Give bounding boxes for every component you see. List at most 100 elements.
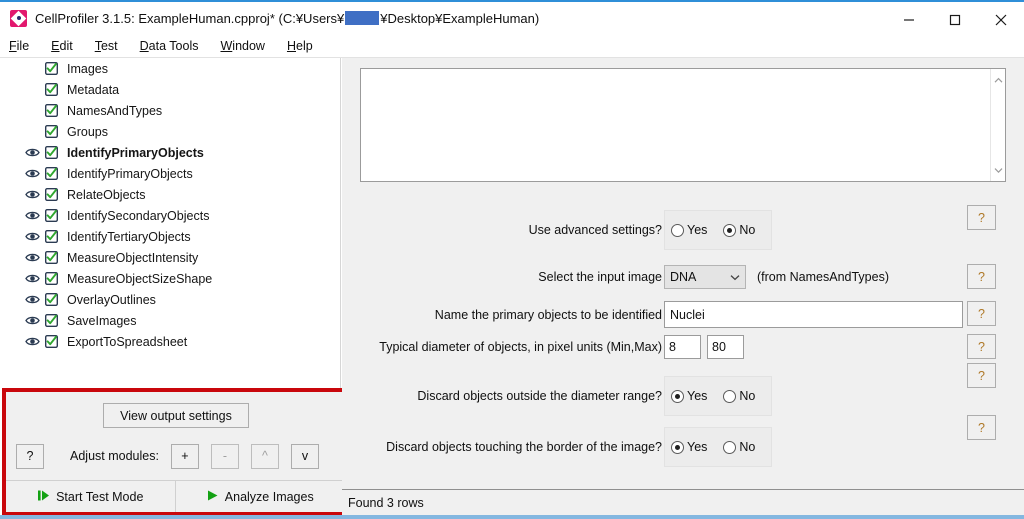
radio-group-use-advanced-settings[interactable]: Yes No [664, 210, 772, 250]
step-play-icon [37, 489, 50, 505]
module-list-item[interactable]: IdentifyTertiaryObjects [0, 226, 340, 247]
radio-dot-no[interactable] [723, 223, 737, 237]
module-list-item[interactable]: SaveImages [0, 310, 340, 331]
module-enabled-checkbox[interactable] [44, 124, 59, 139]
module-list-item-label: IdentifySecondaryObjects [67, 208, 210, 223]
help-button-object-name[interactable]: ? [967, 301, 996, 326]
module-notes-box[interactable] [360, 68, 1006, 182]
eye-icon[interactable] [22, 313, 42, 329]
pipeline-help-button[interactable]: ? [16, 443, 44, 469]
diameter-min-input[interactable]: 8 [664, 335, 701, 359]
module-list-item[interactable]: IdentifySecondaryObjects [0, 205, 340, 226]
module-list-item[interactable]: MeasureObjectSizeShape [0, 268, 340, 289]
module-list-item[interactable]: Metadata [0, 79, 340, 100]
notes-scrollbar[interactable] [990, 69, 1005, 181]
module-enabled-checkbox[interactable] [44, 208, 59, 223]
radio-dot-yes[interactable] [671, 223, 684, 237]
module-list-item[interactable]: RelateObjects [0, 184, 340, 205]
view-output-settings-button[interactable]: View output settings [103, 403, 249, 428]
module-enabled-checkbox[interactable] [44, 82, 59, 97]
pipeline-module-list[interactable]: Images Metadata NamesAndTypes Groups Identif… [0, 58, 341, 388]
help-button-discard-touching-border[interactable]: ? [967, 415, 996, 440]
radio-discard-outside-no[interactable]: No [723, 389, 755, 403]
move-module-up-button[interactable]: ^ [250, 443, 279, 469]
eye-icon[interactable] [22, 166, 42, 182]
radio-dot-no[interactable] [723, 389, 737, 403]
module-list-item-label: Groups [67, 124, 108, 139]
module-list-item[interactable]: IdentifyPrimaryObjects [0, 163, 340, 184]
setting-label-discard-touching-border: Discard objects touching the border of t… [386, 440, 662, 454]
help-button-use-advanced-settings[interactable]: ? [967, 205, 996, 230]
module-enabled-checkbox[interactable] [44, 271, 59, 286]
setting-label-use-advanced-settings: Use advanced settings? [528, 223, 662, 237]
module-list-item[interactable]: Groups [0, 121, 340, 142]
help-button-input-image[interactable]: ? [967, 264, 996, 289]
module-list-item-label: Metadata [67, 82, 120, 97]
analyze-images-button[interactable]: Analyze Images [175, 481, 344, 512]
module-list-item-label: ExportToSpreadsheet [67, 334, 188, 349]
chevron-up-icon[interactable] [994, 73, 1003, 87]
radio-use-advanced-no[interactable]: No [723, 223, 755, 237]
module-enabled-checkbox[interactable] [44, 187, 59, 202]
eye-icon[interactable] [22, 208, 42, 224]
module-list-item[interactable]: IdentifyPrimaryObjects [0, 142, 340, 163]
module-list-item[interactable]: MeasureObjectIntensity [0, 247, 340, 268]
remove-module-button[interactable]: - [210, 443, 239, 469]
setting-row-discard-outside-range: Discard objects outside the diameter ran… [342, 363, 1024, 416]
module-enabled-checkbox[interactable] [44, 103, 59, 118]
module-enabled-checkbox[interactable] [44, 145, 59, 160]
help-button-typical-diameter[interactable]: ? [967, 334, 996, 359]
start-test-mode-button[interactable]: Start Test Mode [6, 481, 176, 512]
module-enabled-checkbox[interactable] [44, 250, 59, 265]
menu-data-tools[interactable]: Data Tools [140, 39, 199, 53]
module-list-item-label: IdentifyPrimaryObjects [67, 145, 204, 160]
module-list-item[interactable]: NamesAndTypes [0, 100, 340, 121]
pipeline-controls-highlight: View output settings ? Adjust modules: +… [2, 388, 348, 516]
diameter-max-input[interactable]: 80 [707, 335, 744, 359]
object-name-input[interactable]: Nuclei [664, 301, 963, 328]
menu-edit[interactable]: Edit [51, 39, 73, 53]
radio-group-discard-outside-range[interactable]: Yes No [664, 376, 772, 416]
radio-discard-border-yes[interactable]: Yes [671, 440, 707, 454]
maximize-button[interactable] [932, 4, 978, 36]
module-enabled-checkbox[interactable] [44, 229, 59, 244]
input-image-combo[interactable]: DNA [664, 265, 746, 289]
eye-icon[interactable] [22, 271, 42, 287]
eye-icon[interactable] [22, 292, 42, 308]
radio-discard-outside-yes[interactable]: Yes [671, 389, 707, 403]
module-enabled-checkbox[interactable] [44, 292, 59, 307]
radio-dot-no[interactable] [723, 440, 737, 454]
module-list-item-label: IdentifyTertiaryObjects [67, 229, 191, 244]
move-module-down-button[interactable]: v [290, 443, 319, 469]
eye-icon[interactable] [22, 250, 42, 266]
module-list-item[interactable]: Images [0, 58, 340, 79]
radio-dot-yes[interactable] [671, 389, 684, 403]
add-module-button[interactable]: + [170, 443, 199, 469]
pipeline-controls-panel: View output settings ? Adjust modules: +… [6, 392, 344, 512]
eye-icon[interactable] [22, 145, 42, 161]
eye-icon[interactable] [22, 334, 42, 350]
close-button[interactable] [978, 4, 1024, 36]
menu-window[interactable]: Window [220, 39, 264, 53]
menu-test[interactable]: Test [95, 39, 118, 53]
radio-use-advanced-yes[interactable]: Yes [671, 223, 707, 237]
chevron-down-icon[interactable] [730, 270, 740, 284]
radio-discard-border-no[interactable]: No [723, 440, 755, 454]
window-controls [886, 4, 1024, 36]
radio-group-discard-touching-border[interactable]: Yes No [664, 427, 772, 467]
chevron-down-icon[interactable] [994, 163, 1003, 177]
eye-icon[interactable] [22, 187, 42, 203]
module-enabled-checkbox[interactable] [44, 61, 59, 76]
menu-file[interactable]: File [9, 39, 29, 53]
module-enabled-checkbox[interactable] [44, 166, 59, 181]
module-enabled-checkbox[interactable] [44, 334, 59, 349]
module-list-item[interactable]: ExportToSpreadsheet [0, 331, 340, 352]
module-notes-input[interactable] [361, 69, 990, 181]
minimize-button[interactable] [886, 4, 932, 36]
eye-icon[interactable] [22, 229, 42, 245]
radio-dot-yes[interactable] [671, 440, 684, 454]
module-enabled-checkbox[interactable] [44, 313, 59, 328]
help-button-discard-outside-range[interactable]: ? [967, 363, 996, 388]
module-list-item[interactable]: OverlayOutlines [0, 289, 340, 310]
menu-help[interactable]: Help [287, 39, 313, 53]
